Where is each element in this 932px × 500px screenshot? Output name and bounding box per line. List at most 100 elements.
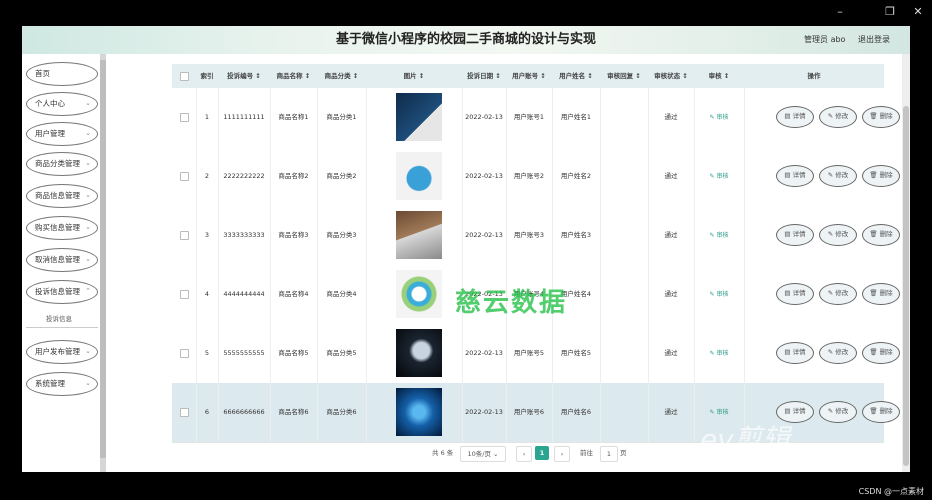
- column-header: 投诉编号 ↕: [227, 72, 261, 80]
- sidebar-item-user-publish-management[interactable]: 用户发布管理 ⌄: [26, 340, 98, 364]
- sidebar-scrollbar-thumb[interactable]: [100, 60, 106, 458]
- cell-divider: [317, 383, 318, 442]
- sidebar-item-personal-center[interactable]: 个人中心 ⌄: [26, 92, 98, 116]
- cell-divider: [462, 147, 463, 206]
- sidebar-item-home[interactable]: 首页: [26, 62, 98, 86]
- cell-divider: [317, 324, 318, 383]
- edit-button[interactable]: ✎ 修改: [819, 401, 857, 423]
- cell-divider: [218, 324, 219, 383]
- column-header: 图片 ↕: [403, 72, 425, 80]
- page-suffix: 页: [620, 449, 627, 457]
- page-size-select[interactable]: 10条/页 ⌄: [460, 446, 506, 462]
- product-name: 商品名称4: [278, 290, 309, 298]
- cell-divider: [552, 383, 553, 442]
- cell-divider: [317, 88, 318, 147]
- cell-divider: [270, 147, 271, 206]
- content-scrollbar-thumb[interactable]: [903, 106, 909, 466]
- cell-divider: [317, 265, 318, 324]
- sidebar-subitem-complaint-info[interactable]: 投诉信息: [26, 310, 98, 328]
- audit-status: 通过: [664, 349, 678, 357]
- cell-divider: [552, 147, 553, 206]
- cell-divider: [270, 206, 271, 265]
- delete-button[interactable]: 🗑 删除: [862, 342, 900, 364]
- audit-reply: [600, 147, 648, 206]
- detail-button[interactable]: ▤ 详情: [776, 106, 814, 128]
- sidebar-item-product-management[interactable]: 商品信息管理 ⌄: [26, 184, 98, 208]
- cell-divider: [600, 147, 601, 206]
- detail-button[interactable]: ▤ 详情: [776, 224, 814, 246]
- row-index: 4: [204, 290, 210, 298]
- cell-divider: [648, 147, 649, 206]
- row-checkbox[interactable]: [180, 290, 189, 299]
- maximize-button[interactable]: ❐: [880, 4, 900, 20]
- cell-divider: [462, 383, 463, 442]
- audit-link[interactable]: ✎ 审核: [694, 88, 744, 147]
- edit-button[interactable]: ✎ 修改: [819, 283, 857, 305]
- cell-divider: [196, 88, 197, 147]
- sidebar-item-cancel-management[interactable]: 取消信息管理 ⌄: [26, 248, 98, 272]
- select-all-checkbox[interactable]: [172, 64, 196, 88]
- complaint-code: 3333333333: [223, 231, 265, 239]
- cell-divider: [270, 265, 271, 324]
- row-checkbox[interactable]: [180, 172, 189, 181]
- logout-link[interactable]: 退出登录: [858, 35, 890, 44]
- next-page-button[interactable]: ›: [554, 446, 570, 462]
- user-account: 用户账号3: [513, 231, 545, 239]
- cell-divider: [648, 265, 649, 324]
- cell-divider: [218, 206, 219, 265]
- cell-divider: [218, 88, 219, 147]
- table-row[interactable]: 3 3333333333 商品名称3 商品分类3 2022-02-13 用户账号3 用户姓名…: [172, 206, 900, 266]
- table-row[interactable]: 1 1111111111 商品名称1 商品分类1 2022-02-13 用户账号1 用户姓名…: [172, 88, 900, 148]
- sidebar-item-complaint-management[interactable]: 投诉信息管理 ⌃: [26, 280, 98, 304]
- delete-button[interactable]: 🗑 删除: [862, 224, 900, 246]
- chevron-icon: ⌄: [85, 191, 91, 199]
- row-checkbox[interactable]: [180, 408, 189, 417]
- product-category: 商品分类6: [326, 408, 357, 416]
- cell-divider: [648, 206, 649, 265]
- cell-divider: [218, 147, 219, 206]
- row-checkbox[interactable]: [180, 231, 189, 240]
- sidebar-item-user-management[interactable]: 用户管理 ⌄: [26, 122, 98, 146]
- table-row[interactable]: 2 2222222222 商品名称2 商品分类2 2022-02-13 用户账号2 用户姓名…: [172, 147, 900, 207]
- delete-button[interactable]: 🗑 删除: [862, 283, 900, 305]
- cell-divider: [317, 147, 318, 206]
- detail-button[interactable]: ▤ 详情: [776, 283, 814, 305]
- cell-divider: [196, 265, 197, 324]
- prev-page-button[interactable]: ‹: [516, 446, 532, 462]
- edit-button[interactable]: ✎ 修改: [819, 224, 857, 246]
- cell-divider: [270, 324, 271, 383]
- delete-button[interactable]: 🗑 删除: [862, 106, 900, 128]
- audit-status: 通过: [664, 113, 678, 121]
- audit-link[interactable]: ✎ 审核: [694, 206, 744, 265]
- detail-button[interactable]: ▤ 详情: [776, 342, 814, 364]
- delete-button[interactable]: 🗑 删除: [862, 165, 900, 187]
- complaint-date: 2022-02-13: [465, 349, 503, 357]
- edit-button[interactable]: ✎ 修改: [819, 165, 857, 187]
- sidebar-item-system-management[interactable]: 系统管理 ⌄: [26, 372, 98, 396]
- page-number-current[interactable]: 1: [535, 446, 549, 460]
- goto-page-input[interactable]: 1: [600, 446, 618, 462]
- product-image: [396, 211, 442, 259]
- cell-divider: [366, 383, 367, 442]
- sidebar-item-category-management[interactable]: 商品分类管理 ⌄: [26, 152, 98, 176]
- app-window: 基于微信小程序的校园二手商城的设计与实现 管理员 abo 退出登录 首页 个人中心…: [22, 26, 910, 472]
- chevron-icon: ⌄: [85, 129, 91, 137]
- edit-button[interactable]: ✎ 修改: [819, 342, 857, 364]
- cell-divider: [744, 147, 745, 206]
- row-checkbox[interactable]: [180, 113, 189, 122]
- detail-button[interactable]: ▤ 详情: [776, 165, 814, 187]
- page-title: 基于微信小程序的校园二手商城的设计与实现: [335, 32, 596, 47]
- audit-link[interactable]: ✎ 审核: [694, 324, 744, 383]
- minimize-button[interactable]: –: [830, 4, 850, 20]
- checkbox-icon[interactable]: [180, 72, 189, 81]
- sidebar-item-purchase-management[interactable]: 购买信息管理 ⌄: [26, 216, 98, 240]
- audit-link[interactable]: ✎ 审核: [694, 147, 744, 206]
- delete-button[interactable]: 🗑 删除: [862, 401, 900, 423]
- close-button[interactable]: ✕: [908, 4, 928, 20]
- row-checkbox[interactable]: [180, 349, 189, 358]
- table-row[interactable]: 5 5555555555 商品名称5 商品分类5 2022-02-13 用户账号5 用户姓名…: [172, 324, 900, 384]
- edit-button[interactable]: ✎ 修改: [819, 106, 857, 128]
- audit-link[interactable]: ✎ 审核: [694, 265, 744, 324]
- cell-divider: [744, 206, 745, 265]
- column-header: 商品名称 ↕: [276, 72, 311, 80]
